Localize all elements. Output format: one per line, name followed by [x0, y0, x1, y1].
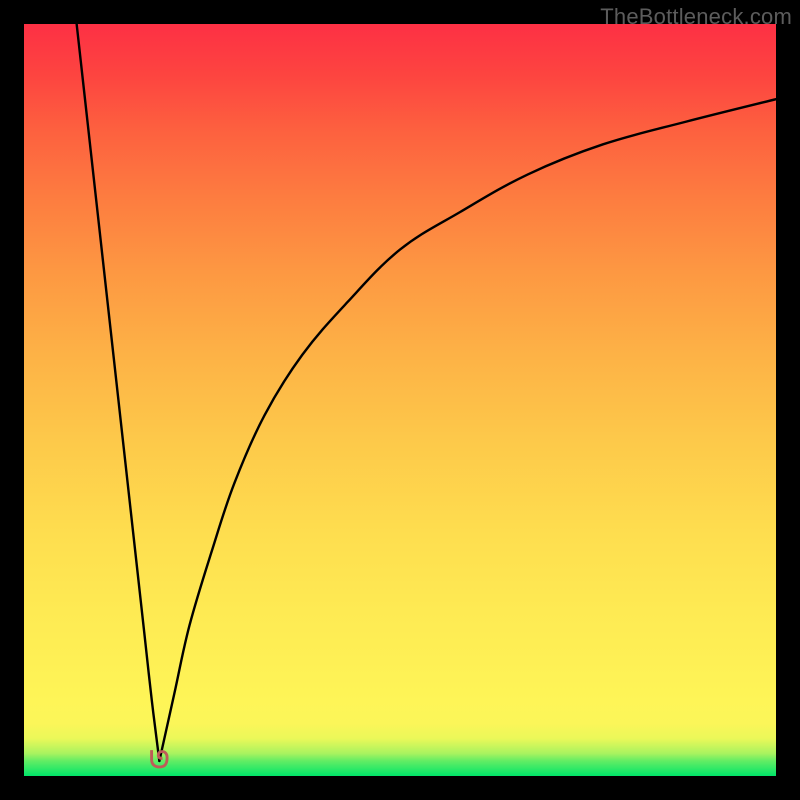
- chart-frame: TheBottleneck.com ᘎ: [0, 0, 800, 800]
- plot-area: ᘎ: [24, 24, 776, 776]
- bottleneck-curve: [24, 24, 776, 776]
- curve-left-branch: [77, 24, 160, 761]
- curve-right-branch: [159, 99, 776, 761]
- minimum-marker: ᘎ: [148, 750, 170, 772]
